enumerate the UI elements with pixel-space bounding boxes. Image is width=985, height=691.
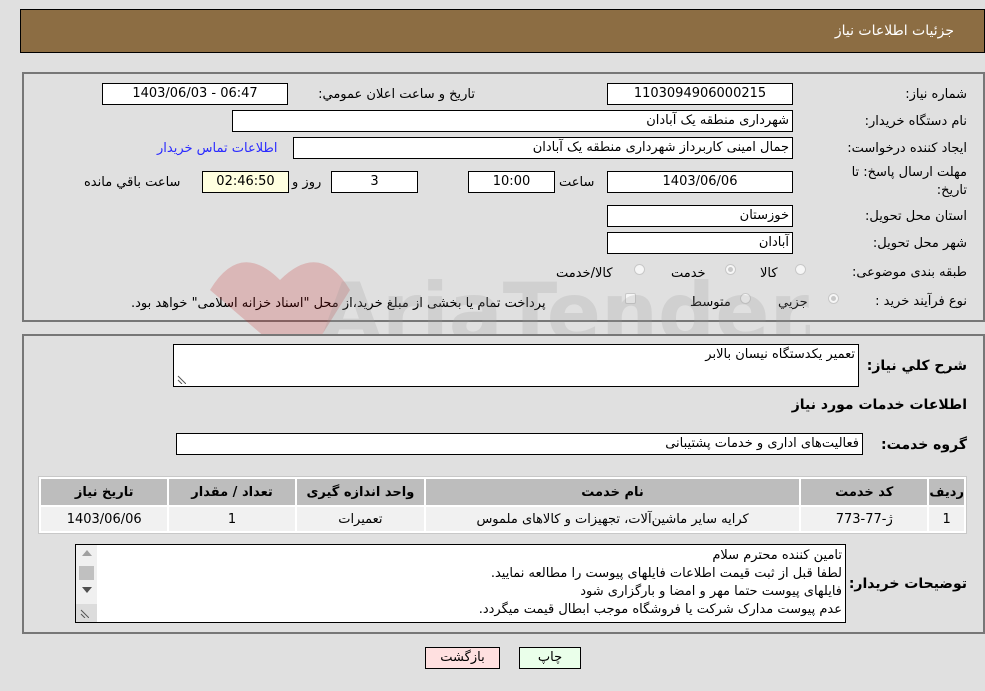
process-radio-minor[interactable] xyxy=(828,293,839,304)
description-label: شرح کلي نياز: xyxy=(866,358,967,374)
buyer-contact-link[interactable]: اطلاعات تماس خريدار xyxy=(157,141,277,156)
cell-unit: تعمیرات xyxy=(296,507,425,531)
need-number-field[interactable]: 1103094906000215 xyxy=(607,83,793,105)
purchase-process-label: نوع فرآیند خرید : xyxy=(875,294,967,309)
announce-datetime-label: تاریخ و ساعت اعلان عمومي: xyxy=(318,87,475,102)
treasury-checkbox-label: پرداخت تمام یا بخشی از مبلغ خرید،از محل … xyxy=(131,296,546,311)
category-option-goods-service-label: کالا/خدمت xyxy=(556,266,613,281)
province-label: استان محل تحویل: xyxy=(865,209,967,224)
cell-quantity: 1 xyxy=(169,507,295,531)
deadline-label-line1: مهلت ارسال پاسخ: تا xyxy=(851,165,967,180)
col-header-service-code: کد خدمت xyxy=(801,479,928,505)
city-label: شهر محل تحویل: xyxy=(872,236,967,251)
buyer-org-field[interactable]: شهرداری منطقه یک آبادان xyxy=(232,110,793,132)
process-radio-medium[interactable] xyxy=(740,293,751,304)
cell-service-code: ژ-77-773 xyxy=(801,507,928,531)
description-textarea[interactable]: تعمیر یکدستگاه نیسان بالابر xyxy=(173,344,859,387)
page-title: جزئیات اطلاعات نیاز xyxy=(834,23,954,39)
remaining-time-label: ساعت باقي مانده xyxy=(84,175,181,190)
remaining-days-label: روز و xyxy=(292,175,322,190)
col-header-need-date: تاریخ نیاز xyxy=(41,479,168,505)
buyer-notes-textarea[interactable]: تامین کننده محترم سلام لطفا قبل از ثبت ق… xyxy=(75,544,846,623)
scrollbar-corner xyxy=(76,604,97,622)
deadline-date-field[interactable]: 1403/06/06 xyxy=(607,171,793,193)
service-group-field[interactable]: فعالیت‌های اداری و خدمات پشتیبانی xyxy=(176,433,863,455)
description-text: تعمیر یکدستگاه نیسان بالابر xyxy=(705,347,855,362)
deadline-time-label: ساعت xyxy=(559,175,595,190)
back-button[interactable]: بازگشت xyxy=(425,647,500,669)
province-field[interactable]: خوزستان xyxy=(607,205,793,227)
announce-datetime-field[interactable]: 1403/06/03 - 06:47 xyxy=(102,83,288,105)
buyer-notes-line: تامین کننده محترم سلام xyxy=(712,548,842,563)
buyer-notes-scrollbar[interactable] xyxy=(76,545,97,622)
cell-row-num: 1 xyxy=(929,507,964,531)
deadline-time-field[interactable]: 10:00 xyxy=(468,171,555,193)
remaining-days-field[interactable]: 3 xyxy=(331,171,418,193)
col-header-row-num: ردیف xyxy=(929,479,964,505)
buyer-notes-line: فایلهای پیوست حتما مهر و امضا و بارگزاری… xyxy=(580,584,842,599)
services-heading: اطلاعات خدمات مورد نیاز xyxy=(791,397,967,413)
cell-need-date: 1403/06/06 xyxy=(41,507,168,531)
buyer-notes-label: توضیحات خریدار: xyxy=(848,576,967,592)
process-option-medium-label: متوسط xyxy=(690,295,731,310)
services-table-wrapper: ردیف کد خدمت نام خدمت واحد اندازه گیری ت… xyxy=(38,476,967,534)
table-row: 1 ژ-77-773 کرایه سایر ماشین‌آلات، تجهیزا… xyxy=(41,507,964,531)
resize-grip-icon[interactable] xyxy=(79,608,89,618)
services-table: ردیف کد خدمت نام خدمت واحد اندازه گیری ت… xyxy=(38,476,967,534)
deadline-label-line2: تاریخ: xyxy=(936,183,967,198)
category-radio-goods[interactable] xyxy=(795,264,806,275)
resize-grip-icon[interactable] xyxy=(176,374,186,384)
col-header-service-name: نام خدمت xyxy=(426,479,800,505)
scrollbar-thumb[interactable] xyxy=(79,566,94,580)
cell-service-name: کرایه سایر ماشین‌آلات، تجهیزات و کالاهای… xyxy=(426,507,800,531)
treasury-checkbox[interactable] xyxy=(625,293,636,304)
city-field[interactable]: آبادان xyxy=(607,232,793,254)
print-button[interactable]: چاپ xyxy=(519,647,581,669)
category-radio-service[interactable] xyxy=(725,264,736,275)
buyer-notes-line: عدم پیوست مدارک شرکت یا فروشگاه موجب ابط… xyxy=(478,602,842,617)
page-header: جزئیات اطلاعات نیاز xyxy=(20,9,985,53)
creator-label: ایجاد کننده درخواست: xyxy=(847,141,967,156)
buyer-notes-line: لطفا قبل از ثبت قیمت اطلاعات فایلهای پیو… xyxy=(490,566,842,581)
category-radio-goods-service[interactable] xyxy=(634,264,645,275)
scroll-down-icon[interactable] xyxy=(82,587,92,593)
need-number-label: شماره نیاز: xyxy=(905,87,967,102)
process-option-minor-label: جزيي xyxy=(778,295,808,310)
table-header-row: ردیف کد خدمت نام خدمت واحد اندازه گیری ت… xyxy=(41,479,964,505)
service-group-label: گروه خدمت: xyxy=(881,437,967,453)
remaining-time-field: 02:46:50 xyxy=(202,171,289,193)
category-option-service-label: خدمت xyxy=(671,266,706,281)
buyer-org-label: نام دستگاه خريدار: xyxy=(864,114,967,129)
col-header-quantity: تعداد / مقدار xyxy=(169,479,295,505)
category-option-goods-label: کالا xyxy=(760,266,778,281)
creator-field[interactable]: جمال امینی کاربرداز شهرداری منطقه یک آبا… xyxy=(293,137,793,159)
scroll-up-icon[interactable] xyxy=(82,550,92,556)
col-header-unit: واحد اندازه گیری xyxy=(296,479,425,505)
category-label: طبقه بندی موضوعی: xyxy=(851,265,967,280)
